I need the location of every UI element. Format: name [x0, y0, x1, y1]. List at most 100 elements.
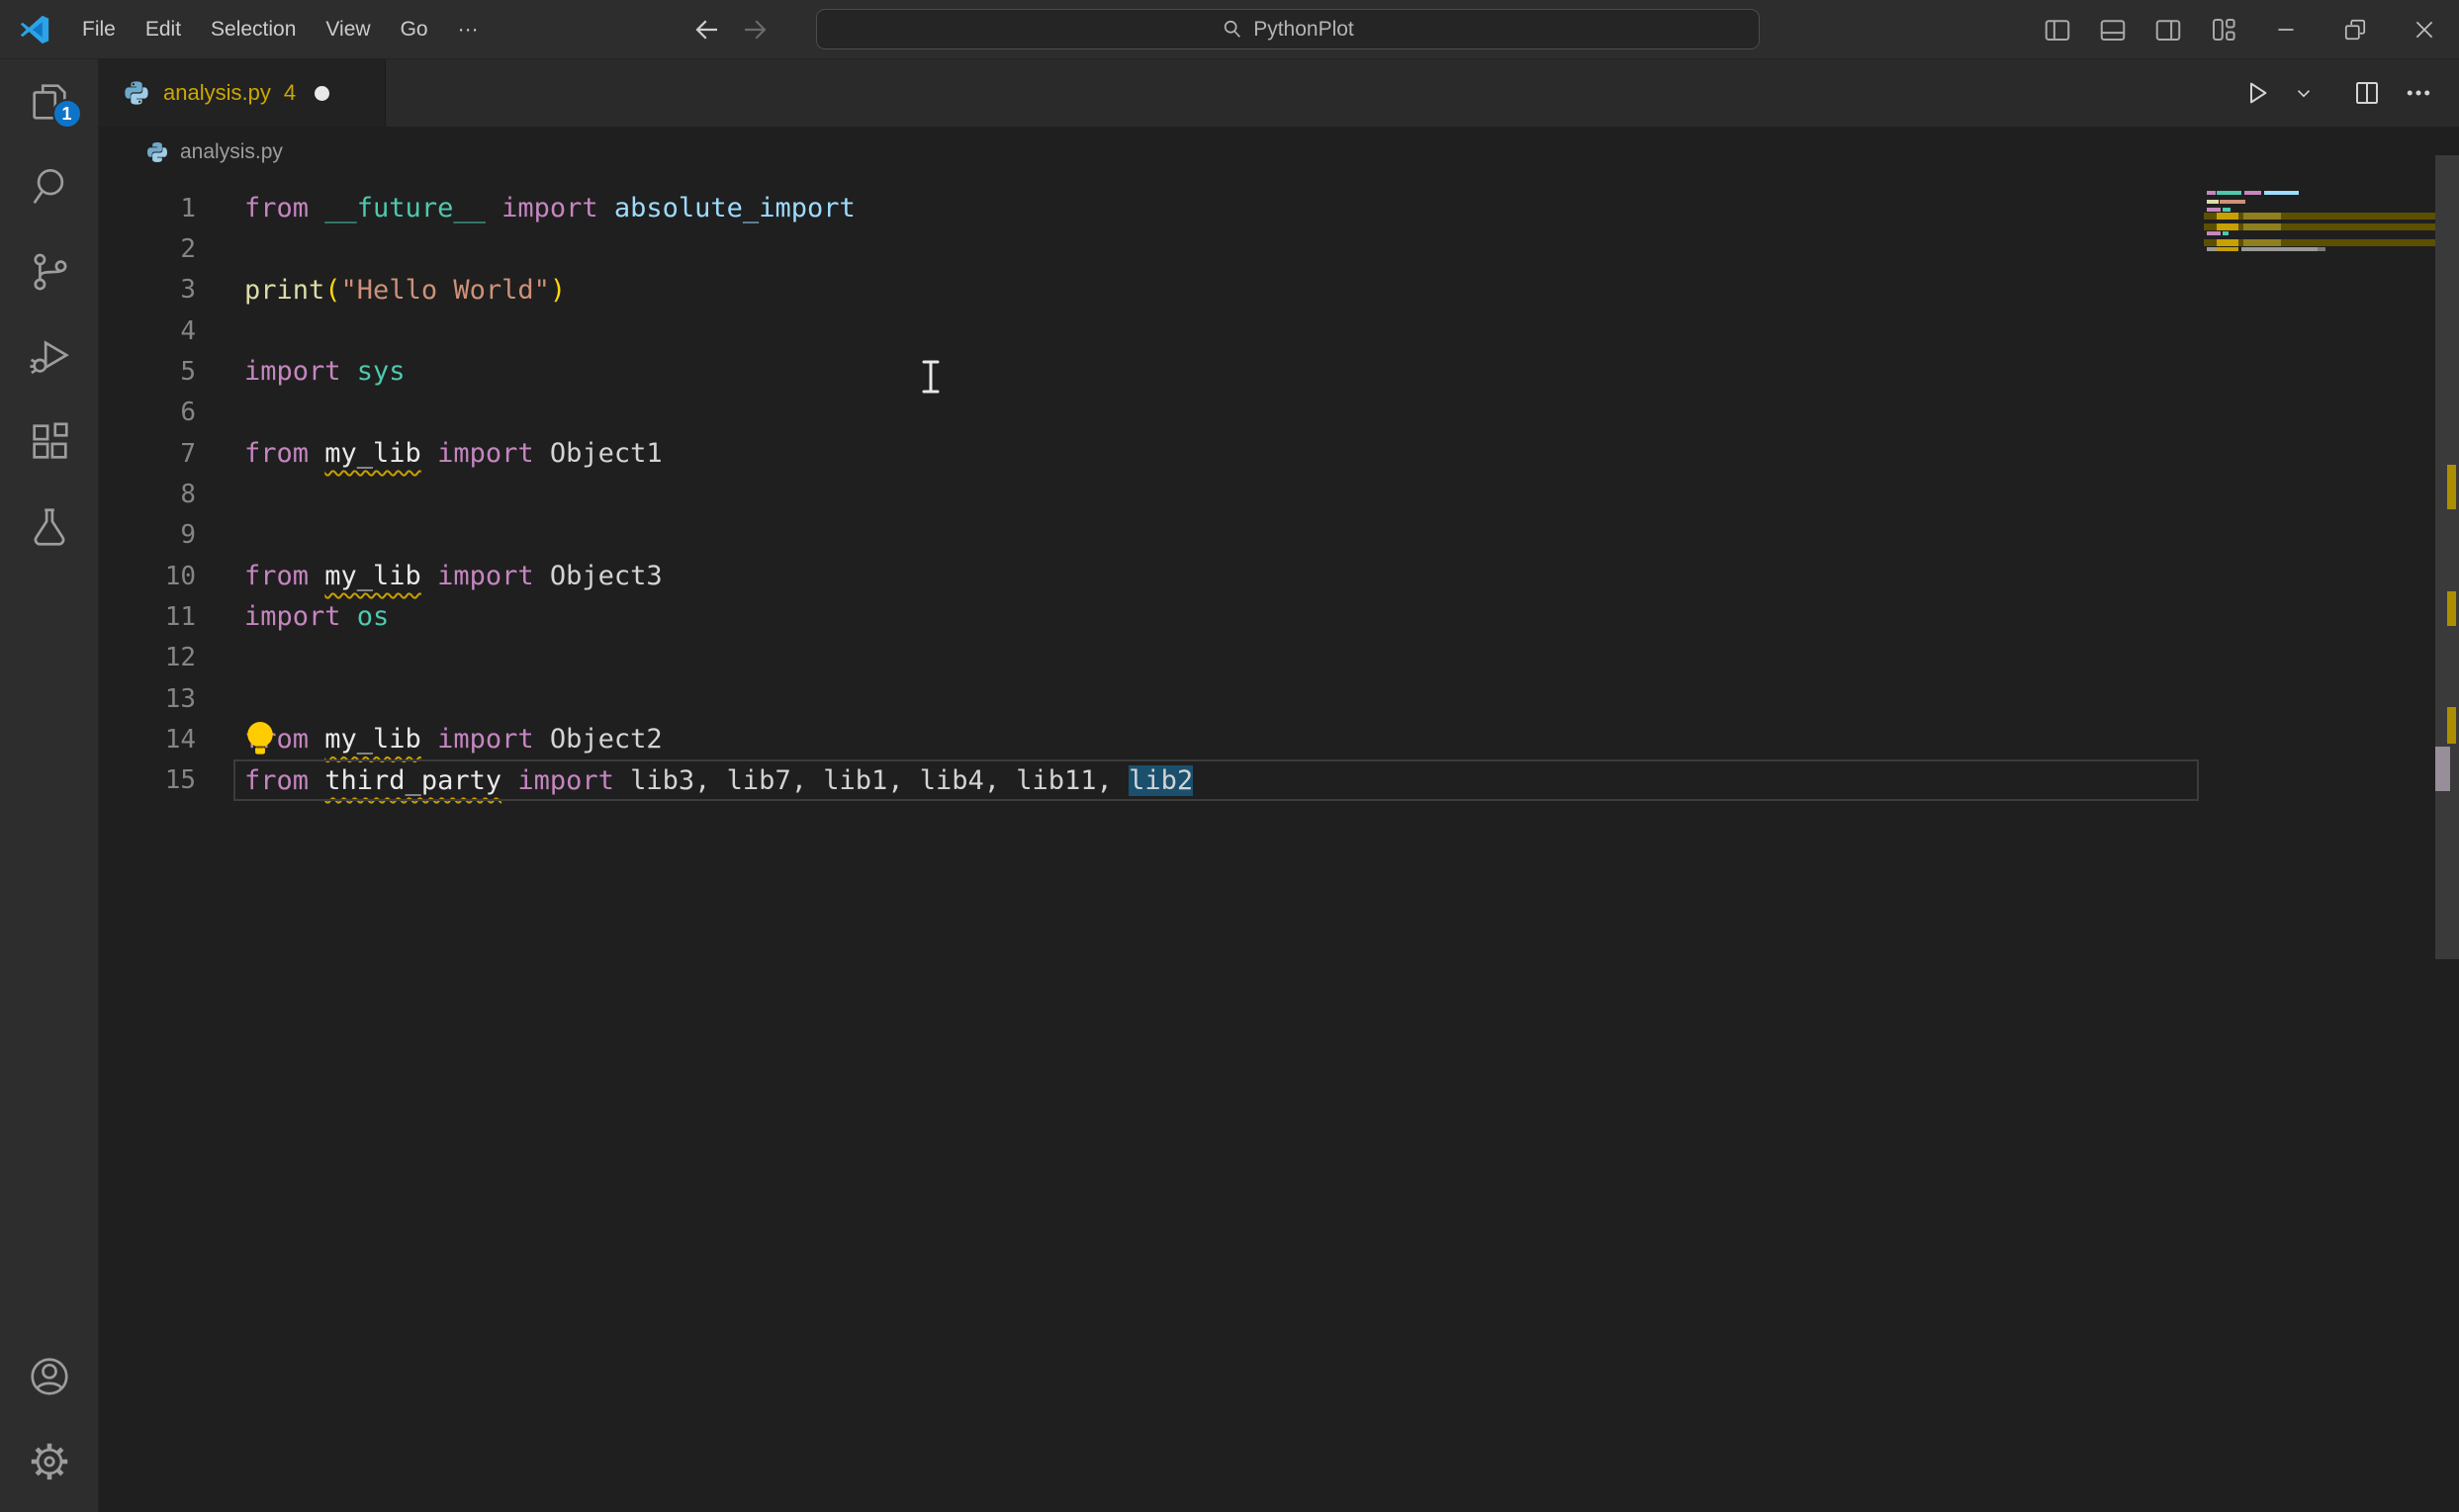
minimap-row: [2204, 239, 2435, 246]
menu-go[interactable]: Go: [386, 12, 443, 47]
accounts-button[interactable]: [0, 1334, 99, 1419]
code-token: my_lib: [324, 438, 421, 469]
line-number[interactable]: 10: [99, 562, 196, 591]
code-line[interactable]: 15 from third_party import lib3, lib7, li…: [99, 760, 2435, 801]
close-button[interactable]: [2390, 0, 2459, 59]
code-token: lib3, lib7, lib1, lib4, lib11,: [630, 765, 1129, 796]
minimap-segment: [2217, 213, 2238, 220]
command-center-search[interactable]: PythonPlot: [816, 9, 1760, 49]
line-number[interactable]: 4: [99, 316, 196, 346]
activity-bar: 1: [0, 59, 99, 1512]
code-line-content[interactable]: from my_lib import Object3: [244, 561, 663, 591]
sidebar-item-source-control[interactable]: [0, 229, 99, 314]
code-line[interactable]: 5 import sys: [99, 351, 2435, 392]
code-line[interactable]: 8: [99, 474, 2435, 514]
minimap-segment: [2217, 247, 2238, 251]
toggle-primary-sidebar-icon[interactable]: [2030, 0, 2085, 59]
code-line-content[interactable]: print("Hello World"): [244, 275, 566, 306]
minimap-segment: [2241, 247, 2324, 251]
title-bar: File Edit Selection View Go ··· PythonPl…: [0, 0, 2459, 59]
menu-selection[interactable]: Selection: [196, 12, 311, 47]
sidebar-item-extensions[interactable]: [0, 400, 99, 485]
line-number[interactable]: 11: [99, 602, 196, 632]
minimap-segment: [2243, 223, 2281, 230]
code-lines: 1 from __future__ import absolute_import 2…: [99, 188, 2435, 801]
line-number[interactable]: 15: [99, 765, 196, 795]
code-line-content[interactable]: from my_lib import Object1: [244, 438, 663, 469]
more-actions-button[interactable]: [2400, 74, 2437, 112]
nav-forward-icon[interactable]: [740, 15, 770, 44]
menu-more[interactable]: ···: [443, 12, 494, 47]
line-number[interactable]: 5: [99, 357, 196, 387]
code-line[interactable]: 7 from my_lib import Object1: [99, 433, 2435, 474]
search-icon: [1222, 19, 1243, 41]
code-token: Object3: [550, 561, 663, 591]
python-file-icon: [123, 79, 150, 107]
code-line[interactable]: 3 print("Hello World"): [99, 270, 2435, 311]
sidebar-item-testing[interactable]: [0, 485, 99, 570]
line-number[interactable]: 12: [99, 643, 196, 672]
split-editor-button[interactable]: [2348, 74, 2386, 112]
toggle-panel-icon[interactable]: [2085, 0, 2140, 59]
code-line[interactable]: 13: [99, 678, 2435, 719]
code-line[interactable]: 4: [99, 311, 2435, 351]
lightbulb-icon[interactable]: [243, 719, 277, 758]
code-line[interactable]: 9: [99, 515, 2435, 556]
menu-view[interactable]: View: [311, 12, 385, 47]
line-number[interactable]: 8: [99, 480, 196, 509]
minimize-button[interactable]: [2251, 0, 2321, 59]
python-file-icon: [145, 140, 169, 164]
sidebar-item-explorer[interactable]: 1: [0, 59, 99, 144]
line-number[interactable]: 14: [99, 725, 196, 755]
restore-button[interactable]: [2321, 0, 2390, 59]
minimap-segment: [2244, 191, 2261, 195]
code-editor[interactable]: 1 from __future__ import absolute_import 2…: [99, 178, 2435, 1512]
code-line[interactable]: 14 from my_lib import Object2: [99, 719, 2435, 759]
minimap-segment: [2207, 191, 2216, 195]
vertical-scrollbar[interactable]: [2435, 59, 2459, 1512]
line-number[interactable]: 9: [99, 520, 196, 550]
code-line[interactable]: 11 import os: [99, 596, 2435, 637]
code-token: from: [244, 765, 324, 796]
code-line-content[interactable]: from __future__ import absolute_import: [244, 193, 856, 223]
sidebar-item-run-debug[interactable]: [0, 314, 99, 400]
tab-bar: analysis.py 4: [99, 59, 2459, 127]
menu-edit[interactable]: Edit: [131, 12, 196, 47]
line-number[interactable]: 1: [99, 194, 196, 223]
sidebar-item-search[interactable]: [0, 144, 99, 229]
line-number[interactable]: 13: [99, 684, 196, 714]
code-token: absolute_import: [614, 193, 856, 223]
code-line[interactable]: 2: [99, 228, 2435, 269]
customize-layout-icon[interactable]: [2196, 0, 2251, 59]
code-line-content[interactable]: from my_lib import Object2: [244, 724, 663, 755]
nav-back-icon[interactable]: [692, 15, 722, 44]
line-number[interactable]: 6: [99, 398, 196, 427]
settings-button[interactable]: [0, 1419, 99, 1504]
code-line[interactable]: 10 from my_lib import Object3: [99, 556, 2435, 596]
modified-dot-icon[interactable]: [315, 86, 329, 101]
code-token: __future__: [324, 193, 486, 223]
minimap[interactable]: [2204, 186, 2435, 275]
overview-ruler-mark: [2447, 707, 2456, 744]
breadcrumb-file[interactable]: analysis.py: [180, 140, 283, 164]
breadcrumb[interactable]: analysis.py: [99, 127, 2459, 178]
code-line[interactable]: 6: [99, 393, 2435, 433]
code-line-content[interactable]: from third_party import lib3, lib7, lib1…: [244, 765, 1193, 796]
code-line[interactable]: 1 from __future__ import absolute_import: [99, 188, 2435, 228]
tab-analysis-py[interactable]: analysis.py 4: [99, 59, 386, 127]
menu-file[interactable]: File: [67, 12, 131, 47]
code-token: my_lib: [324, 724, 421, 755]
run-python-file-button[interactable]: [2237, 74, 2275, 112]
code-token: from: [244, 438, 324, 469]
line-number[interactable]: 2: [99, 234, 196, 264]
code-line-content[interactable]: import sys: [244, 356, 406, 387]
line-number[interactable]: 7: [99, 439, 196, 469]
tab-problems-count: 4: [284, 80, 296, 106]
line-number[interactable]: 3: [99, 275, 196, 305]
code-line-content[interactable]: import os: [244, 601, 389, 632]
scrollbar-slider[interactable]: [2435, 155, 2459, 959]
toggle-secondary-sidebar-icon[interactable]: [2140, 0, 2196, 59]
minimap-row: [2204, 231, 2435, 235]
code-line[interactable]: 12: [99, 638, 2435, 678]
run-dropdown-chevron-icon[interactable]: [2289, 78, 2319, 108]
